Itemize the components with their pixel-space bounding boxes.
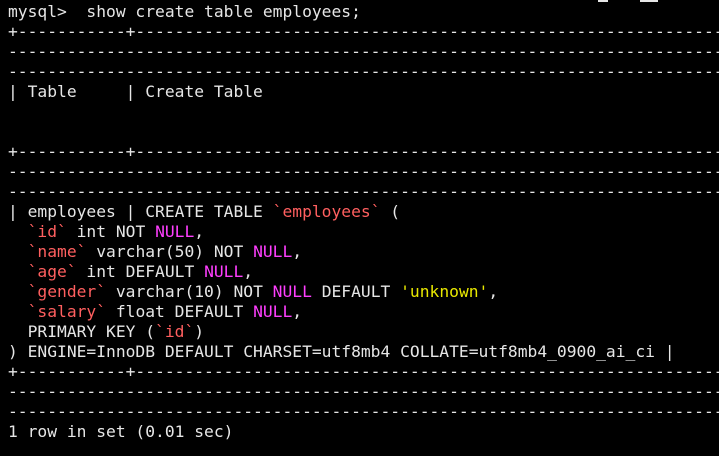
- terminal-line: | Table | Create Table: [8, 82, 263, 102]
- sql-identifier: `id`: [27, 222, 67, 241]
- sql-null-keyword: NULL: [253, 242, 293, 261]
- sql-identifier: `age`: [27, 262, 77, 281]
- terminal-line: `salary` float DEFAULT NULL,: [8, 302, 303, 322]
- sql-null-keyword: NULL: [204, 262, 244, 281]
- terminal-line: ----------------------------------------…: [8, 62, 719, 82]
- sql-text: (: [380, 202, 401, 221]
- terminal-line: ----------------------------------------…: [8, 382, 719, 402]
- sql-text: int NOT: [66, 222, 156, 241]
- sql-text: DEFAULT: [311, 282, 401, 301]
- sql-text: | employees | CREATE TABLE: [8, 202, 273, 221]
- sql-text: 1 row in set (0.01 sec): [8, 422, 234, 441]
- previous-output-fragment: [640, 0, 658, 2]
- sql-text: float DEFAULT: [106, 302, 254, 321]
- sql-text: +-----------+---------------------------…: [8, 142, 719, 161]
- sql-text: varchar(10) NOT: [106, 282, 273, 301]
- sql-text: ----------------------------------------…: [8, 382, 719, 401]
- terminal-line: +-----------+---------------------------…: [8, 22, 719, 42]
- sql-text: ) ENGINE=InnoDB DEFAULT CHARSET=utf8mb4 …: [8, 342, 675, 361]
- sql-text: ): [194, 322, 205, 341]
- sql-text: PRIMARY KEY (: [8, 322, 156, 341]
- terminal-line: PRIMARY KEY (`id`): [8, 322, 204, 342]
- terminal-line: | employees | CREATE TABLE `employees` (: [8, 202, 400, 222]
- sql-string-literal: 'unknown': [400, 282, 489, 301]
- terminal-line: 1 row in set (0.01 sec): [8, 422, 233, 442]
- sql-text: ,: [194, 222, 205, 241]
- terminal-line: ----------------------------------------…: [8, 182, 719, 202]
- sql-text: ----------------------------------------…: [8, 402, 719, 421]
- sql-text: ,: [292, 242, 303, 261]
- sql-text: ----------------------------------------…: [8, 182, 719, 201]
- terminal-line: mysql> show create table employees;: [8, 2, 361, 22]
- terminal-line: `id` int NOT NULL,: [8, 222, 204, 242]
- sql-text: ----------------------------------------…: [8, 62, 719, 81]
- sql-text: | Table | Create Table: [8, 82, 263, 101]
- sql-text: ----------------------------------------…: [8, 162, 719, 181]
- terminal-line: `gender` varchar(10) NOT NULL DEFAULT 'u…: [8, 282, 499, 302]
- sql-identifier: `id`: [155, 322, 195, 341]
- sql-identifier: `name`: [27, 242, 87, 261]
- mysql-terminal[interactable]: mysql> show create table employees; +----…: [0, 0, 719, 456]
- terminal-line: +-----------+---------------------------…: [8, 362, 719, 382]
- sql-identifier: `salary`: [27, 302, 107, 321]
- sql-text: ,: [292, 302, 303, 321]
- terminal-line: `age` int DEFAULT NULL,: [8, 262, 253, 282]
- sql-null-keyword: NULL: [253, 302, 293, 321]
- sql-null-keyword: NULL: [155, 222, 195, 241]
- terminal-line: ) ENGINE=InnoDB DEFAULT CHARSET=utf8mb4 …: [8, 342, 675, 362]
- sql-text: varchar(50) NOT: [86, 242, 254, 261]
- sql-text: int DEFAULT: [76, 262, 205, 281]
- sql-null-keyword: NULL: [272, 282, 312, 301]
- sql-text: ----------------------------------------…: [8, 42, 719, 61]
- terminal-line: ----------------------------------------…: [8, 402, 719, 422]
- sql-text: ,: [488, 282, 499, 301]
- terminal-line: ----------------------------------------…: [8, 162, 719, 182]
- sql-identifier: `gender`: [27, 282, 107, 301]
- sql-text: +-----------+---------------------------…: [8, 22, 719, 41]
- terminal-line: ----------------------------------------…: [8, 42, 719, 62]
- sql-identifier: `employees`: [272, 202, 381, 221]
- sql-text: mysql> show create table employees;: [8, 2, 361, 21]
- terminal-line: +-----------+---------------------------…: [8, 142, 719, 162]
- sql-text: +-----------+---------------------------…: [8, 362, 719, 381]
- terminal-line: `name` varchar(50) NOT NULL,: [8, 242, 303, 262]
- previous-output-fragment: [598, 0, 608, 2]
- sql-text: ,: [243, 262, 254, 281]
